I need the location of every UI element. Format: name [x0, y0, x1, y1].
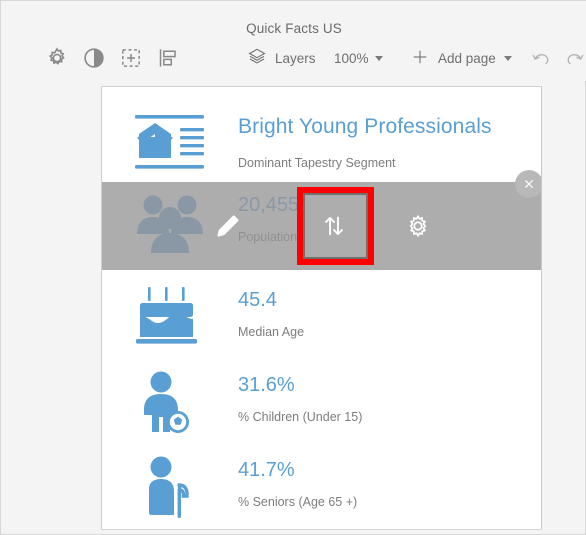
senior-with-cane-icon [135, 455, 207, 523]
pencil-edit-icon[interactable] [206, 204, 250, 248]
layers-stack-icon [247, 46, 267, 71]
layers-label: Layers [275, 50, 316, 66]
add-page-button[interactable]: Add page [410, 44, 512, 72]
page-title: Bright Young Professionals [238, 115, 492, 138]
undo-arrow-icon[interactable] [529, 46, 553, 70]
crop-add-icon[interactable] [117, 44, 145, 72]
plus-icon [410, 47, 430, 70]
birthday-cake-icon [135, 285, 207, 353]
close-x-icon[interactable] [515, 170, 541, 198]
stat-row-seniors[interactable]: 41.7% % Seniors (Age 65 +) [102, 447, 541, 530]
stat-value-seniors: 41.7% [238, 459, 295, 481]
stat-label-median-age: Median Age [238, 325, 305, 339]
add-page-label: Add page [438, 50, 496, 66]
layers-button[interactable]: Layers [247, 44, 316, 72]
zoom-level-value: 100% [334, 50, 369, 66]
page-subtitle: Dominant Tapestry Segment [238, 156, 396, 170]
settings-gear-icon[interactable] [43, 44, 71, 72]
contrast-icon[interactable] [80, 44, 108, 72]
stat-value-children: 31.6% [238, 374, 295, 396]
app-title: Quick Facts US [246, 21, 342, 36]
stat-row-children[interactable]: 31.6% % Children (Under 15) [102, 362, 541, 447]
gear-settings-icon[interactable] [396, 204, 440, 248]
stat-row-median-age[interactable]: 45.4 Median Age [102, 277, 541, 362]
child-with-ball-icon [135, 370, 207, 438]
card-header: Bright Young Professionals Dominant Tape… [102, 87, 541, 182]
stat-value-median-age: 45.4 [238, 289, 277, 311]
house-document-icon [135, 115, 207, 169]
chevron-down-icon [374, 55, 383, 61]
infographic-card: Bright Young Professionals Dominant Tape… [101, 86, 542, 530]
align-icon[interactable] [154, 44, 182, 72]
highlight-box [297, 187, 374, 265]
redo-arrow-icon[interactable] [563, 46, 586, 70]
element-action-overlay [102, 170, 541, 270]
stat-label-children: % Children (Under 15) [238, 410, 363, 424]
top-toolbar: Quick Facts US Layers 100% Add page [1, 1, 586, 81]
zoom-level-dropdown[interactable]: 100% [334, 44, 383, 72]
chevron-down-icon [503, 55, 512, 61]
stat-label-seniors: % Seniors (Age 65 +) [238, 495, 358, 509]
card-bottom-divider [101, 529, 542, 530]
